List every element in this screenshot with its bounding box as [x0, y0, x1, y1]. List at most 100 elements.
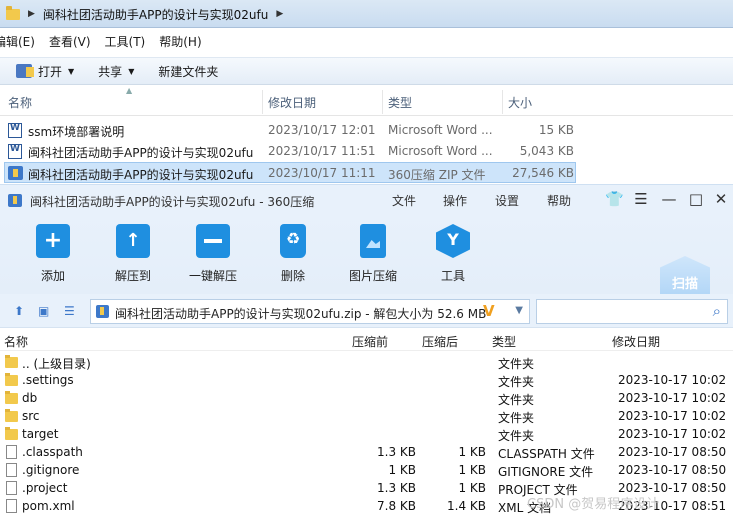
zip-window: 闽科社团活动助手APP的设计与实现02ufu - 360压缩 文件 操作 设置 …: [0, 184, 733, 523]
search-icon[interactable]: ⌕: [713, 302, 721, 320]
list-item[interactable]: .settings 文件夹 2023-10-17 10:02: [0, 372, 733, 390]
file-size: 5,043 KB: [519, 144, 574, 158]
minimize-icon[interactable]: —: [660, 190, 678, 208]
explorer-menu-bar: 编辑(E) 查看(V) 工具(T) 帮助(H): [0, 33, 216, 53]
file-type: Microsoft Word ...: [388, 144, 493, 158]
maximize-icon[interactable]: □: [687, 190, 705, 208]
search-input[interactable]: ⌕: [536, 299, 728, 324]
tools-button[interactable]: 工具: [418, 224, 488, 284]
image-compress-button[interactable]: 图片压缩: [338, 224, 408, 284]
thumbnail-view-icon[interactable]: ▣: [38, 304, 49, 318]
column-divider[interactable]: [502, 90, 503, 114]
item-type: 文件夹: [498, 393, 535, 407]
col-type[interactable]: 类型: [388, 94, 412, 111]
file-name: ssm环境部署说明: [28, 125, 125, 139]
open-button[interactable]: 打开 ▼: [8, 60, 82, 82]
folder-icon: [5, 427, 18, 440]
open-label: 打开: [38, 64, 63, 79]
col-type[interactable]: 类型: [492, 333, 516, 350]
word-doc-icon: [8, 144, 22, 159]
item-size-after: 1 KB: [458, 463, 486, 477]
col-date[interactable]: 修改日期: [612, 333, 660, 350]
archive-path-text: 闽科社团活动助手APP的设计与实现02ufu.zip - 解包大小为 52.6 …: [115, 307, 487, 321]
menu-icon[interactable]: ☰: [632, 190, 650, 208]
extract-label: 解压到: [114, 269, 151, 283]
column-divider[interactable]: [262, 90, 263, 114]
explorer-address-bar[interactable]: ▶ 闽科社团活动助手APP的设计与实现02ufu ▶: [0, 0, 733, 28]
folder-icon: [5, 355, 18, 368]
item-type: GITIGNORE 文件: [498, 465, 594, 479]
item-name: .project: [22, 481, 68, 495]
menu-help[interactable]: 帮助(H): [159, 33, 201, 53]
column-divider[interactable]: [382, 90, 383, 114]
file-row[interactable]: 闽科社团活动助手APP的设计与实现02ufu 2023/10/17 11:51 …: [0, 141, 580, 162]
file-name: 闽科社团活动助手APP的设计与实现02ufu: [28, 168, 254, 182]
folder-icon: [5, 391, 18, 404]
item-size-before: 1 KB: [388, 463, 416, 477]
list-item[interactable]: target 文件夹 2023-10-17 10:02: [0, 426, 733, 444]
file-row-selected[interactable]: 闽科社团活动助手APP的设计与实现02ufu 2023/10/17 11:11 …: [4, 162, 576, 183]
list-item[interactable]: .gitignore 1 KB 1 KB GITIGNORE 文件 2023-1…: [0, 462, 733, 480]
zip-app-icon: [8, 194, 22, 207]
menu-settings[interactable]: 设置: [495, 192, 519, 209]
tools-icon: [436, 224, 470, 258]
skin-icon[interactable]: 👕: [605, 190, 624, 208]
archive-path-box[interactable]: 闽科社团活动助手APP的设计与实现02ufu.zip - 解包大小为 52.6 …: [90, 299, 530, 324]
delete-button[interactable]: 删除: [258, 224, 328, 284]
one-key-extract-icon: [196, 224, 230, 258]
menu-help[interactable]: 帮助: [547, 192, 571, 209]
menu-view[interactable]: 查看(V): [49, 33, 91, 53]
add-icon: [36, 224, 70, 258]
add-button[interactable]: 添加: [18, 224, 88, 284]
list-item[interactable]: src 文件夹 2023-10-17 10:02: [0, 408, 733, 426]
list-item[interactable]: .classpath 1.3 KB 1 KB CLASSPATH 文件 2023…: [0, 444, 733, 462]
col-date[interactable]: 修改日期: [268, 94, 316, 111]
explorer-column-header: ▲ 名称 修改日期 类型 大小: [0, 86, 733, 116]
folder-icon: [5, 409, 18, 422]
share-button[interactable]: 共享 ▼: [90, 60, 142, 82]
file-size: 27,546 KB: [512, 166, 574, 180]
sort-up-icon: ▲: [126, 86, 133, 95]
col-name[interactable]: 名称: [4, 333, 28, 350]
list-view-icon[interactable]: ☰: [64, 304, 75, 318]
file-date: 2023/10/17 11:51: [268, 144, 376, 158]
menu-operation[interactable]: 操作: [443, 192, 467, 209]
recycle-icon: [280, 224, 306, 258]
col-after[interactable]: 压缩后: [422, 333, 458, 350]
image-icon: [360, 224, 386, 258]
item-date: 2023-10-17 10:02: [618, 409, 727, 423]
chevron-down-icon: ▼: [68, 66, 75, 76]
breadcrumb-chevron-icon[interactable]: ▶: [276, 9, 283, 19]
item-name: .. (上级目录): [22, 357, 91, 371]
one-key-extract-button[interactable]: 一键解压: [178, 224, 248, 284]
zip-column-header: 名称 压缩前 压缩后 类型 修改日期: [0, 329, 733, 351]
new-folder-button[interactable]: 新建文件夹: [150, 60, 226, 82]
item-date: 2023-10-17 10:02: [618, 373, 727, 387]
item-name: .gitignore: [22, 463, 80, 477]
close-icon[interactable]: ✕: [712, 190, 730, 208]
col-before[interactable]: 压缩前: [352, 333, 388, 350]
breadcrumb-path[interactable]: 闽科社团活动助手APP的设计与实现02ufu: [43, 6, 268, 23]
item-date: 2023-10-17 08:50: [618, 463, 727, 477]
menu-file[interactable]: 文件: [392, 192, 416, 209]
item-type: CLASSPATH 文件: [498, 447, 595, 461]
zip-title-bar[interactable]: 闽科社团活动助手APP的设计与实现02ufu - 360压缩 文件 操作 设置 …: [0, 184, 733, 214]
zip-icon: [8, 166, 23, 180]
list-item[interactable]: .. (上级目录) 文件夹: [0, 354, 733, 372]
col-size[interactable]: 大小: [508, 94, 532, 111]
col-name[interactable]: 名称: [8, 94, 32, 111]
scan-label: 扫描: [671, 277, 698, 292]
file-name: 闽科社团活动助手APP的设计与实现02ufu: [28, 146, 254, 160]
folder-icon: [5, 373, 18, 386]
item-date: 2023-10-17 08:50: [618, 445, 727, 459]
file-icon: [6, 481, 17, 495]
file-row[interactable]: ssm环境部署说明 2023/10/17 12:01 Microsoft Wor…: [0, 120, 580, 141]
chevron-down-icon: ▼: [128, 66, 135, 76]
chevron-down-icon[interactable]: ▼: [515, 305, 523, 316]
menu-edit[interactable]: 编辑(E): [0, 33, 35, 53]
list-item[interactable]: db 文件夹 2023-10-17 10:02: [0, 390, 733, 408]
extract-to-button[interactable]: 解压到: [98, 224, 168, 284]
breadcrumb-chevron-icon[interactable]: ▶: [28, 9, 35, 19]
menu-tools[interactable]: 工具(T): [105, 33, 146, 53]
up-arrow-icon[interactable]: ⬆: [14, 304, 24, 318]
